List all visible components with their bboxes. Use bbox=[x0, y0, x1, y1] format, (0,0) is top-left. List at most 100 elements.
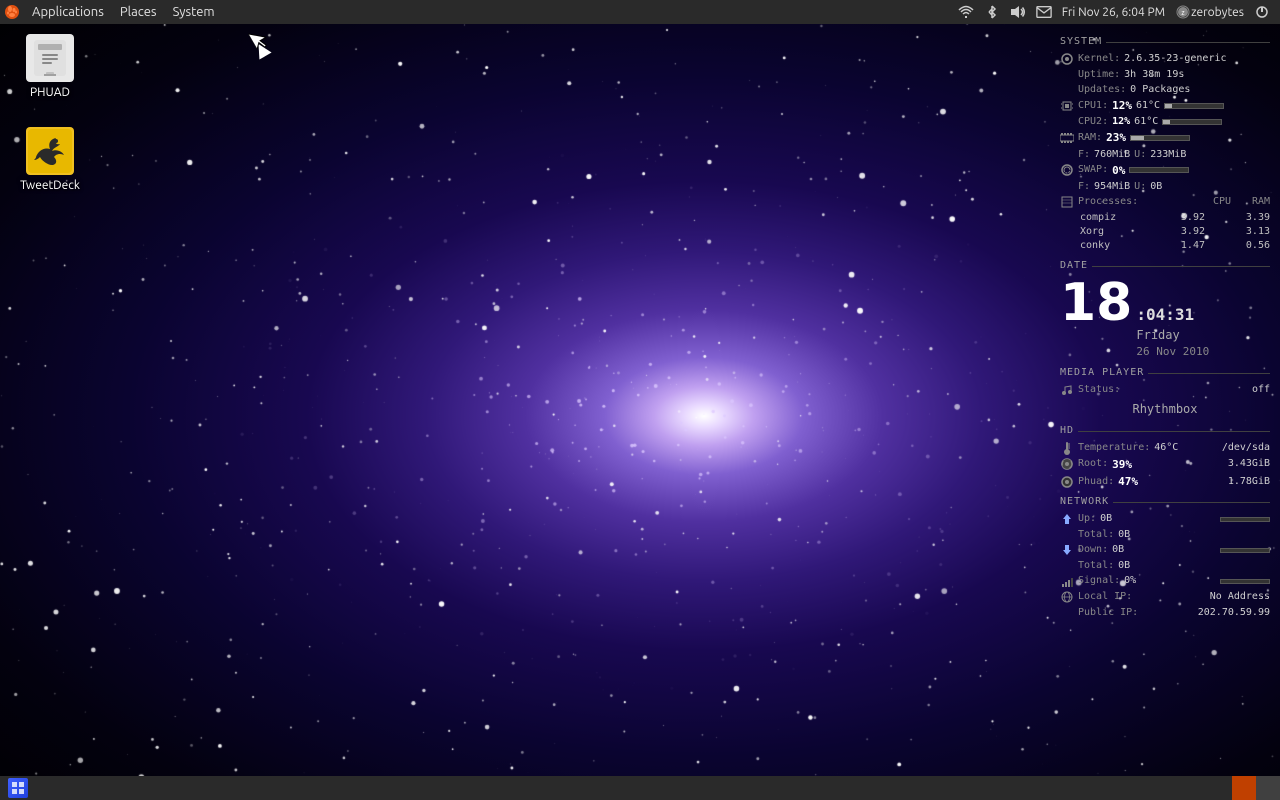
menu-system[interactable]: System bbox=[165, 0, 223, 24]
phuad-icon-image bbox=[26, 34, 74, 82]
bottom-panel bbox=[0, 776, 1280, 800]
conky-system-header: SYSTEM bbox=[1060, 35, 1270, 49]
big-day-number: 18 bbox=[1060, 277, 1132, 329]
hd-divider bbox=[1078, 431, 1270, 432]
power-svg bbox=[1255, 5, 1269, 19]
conky-widget: SYSTEM Kernel: 2.6.35-23-generic Uptime:… bbox=[1060, 35, 1270, 626]
gnome-foot-icon bbox=[4, 4, 20, 20]
network-header-text: NETWORK bbox=[1060, 495, 1109, 509]
ram-pct: 23% bbox=[1106, 130, 1126, 145]
apps-grid-icon bbox=[8, 778, 28, 798]
desktop-icons: PHUAD TweetDeck bbox=[10, 30, 90, 216]
processes-icon bbox=[1060, 195, 1074, 209]
bluetooth-svg bbox=[985, 4, 999, 20]
swap-free-value: 954MiB bbox=[1094, 180, 1130, 194]
email-indicator[interactable] bbox=[1032, 0, 1056, 24]
signal-row: Signal: 0% bbox=[1060, 574, 1270, 588]
uptime-value: 3h 38m 19s bbox=[1124, 68, 1184, 82]
email-svg bbox=[1036, 5, 1052, 19]
process-cpu-xorg: 3.92 bbox=[1170, 225, 1205, 239]
apps-grid-svg bbox=[11, 781, 25, 795]
process-cpu-conky: 1.47 bbox=[1170, 239, 1205, 253]
cpu1-label: CPU1: bbox=[1078, 99, 1108, 113]
ram-free-label: F: bbox=[1078, 148, 1090, 162]
conky-media-section: MEDIA PLAYER Status: off Rhythmbox bbox=[1060, 366, 1270, 418]
media-status-row: Status: off bbox=[1060, 383, 1270, 397]
taskbar-grey-block[interactable] bbox=[1256, 776, 1280, 800]
signal-value: 0% bbox=[1124, 574, 1136, 588]
taskbar-right bbox=[1232, 776, 1280, 800]
uptime-row: Uptime: 3h 38m 19s bbox=[1060, 68, 1270, 82]
user-menu[interactable]: z zerobytes bbox=[1171, 0, 1248, 24]
phuad-label: PHUAD bbox=[30, 86, 70, 99]
date-divider bbox=[1092, 266, 1270, 267]
tweetdeck-svg bbox=[28, 129, 72, 173]
up-value: 0B bbox=[1100, 512, 1112, 526]
public-ip-row: Public IP: 202.70.59.99 bbox=[1060, 606, 1270, 620]
ram-free-value: 760MiB bbox=[1094, 148, 1130, 162]
volume-svg bbox=[1010, 4, 1026, 20]
cpu1-pct: 12% bbox=[1112, 98, 1132, 113]
panel-app-icon[interactable] bbox=[0, 0, 24, 24]
date-header-text: DATE bbox=[1060, 259, 1088, 273]
network-divider bbox=[1113, 502, 1270, 503]
cpu2-label: CPU2: bbox=[1078, 115, 1108, 129]
disk-svg-root bbox=[1061, 458, 1073, 470]
gear-small-svg bbox=[1061, 53, 1073, 65]
phuad-size: 1.78GiB bbox=[1228, 475, 1270, 489]
music-icon bbox=[1060, 383, 1074, 397]
swap-row: SWAP: 0% bbox=[1060, 163, 1270, 178]
taskbar-orange-block[interactable] bbox=[1232, 776, 1256, 800]
desktop-icon-tweetdeck[interactable]: TweetDeck bbox=[10, 123, 90, 196]
power-icon bbox=[1254, 4, 1270, 20]
ram-svg bbox=[1060, 133, 1074, 143]
cpu2-row: CPU2: 12% 61°C bbox=[1060, 115, 1270, 129]
swap-free-label: F: bbox=[1078, 180, 1090, 194]
top-panel: Applications Places System bbox=[0, 0, 1280, 24]
ram-detail-row: F: 760MiB U: 233MiB bbox=[1060, 148, 1270, 162]
local-ip-value: No Address bbox=[1210, 590, 1270, 604]
upload-svg bbox=[1061, 513, 1073, 525]
root-pct: 39% bbox=[1112, 457, 1132, 472]
swap-label: SWAP: bbox=[1078, 163, 1108, 177]
thermometer-svg bbox=[1063, 441, 1071, 455]
up-label: Up: bbox=[1078, 512, 1096, 526]
conky-network-section: NETWORK Up: 0B Total: 0B bbox=[1060, 495, 1270, 620]
conky-date-section: DATE 18 :04:31 Friday 26 Nov 2010 bbox=[1060, 259, 1270, 360]
processes-row: Processes: CPU RAM bbox=[1060, 195, 1270, 209]
cpu-svg bbox=[1061, 100, 1073, 112]
show-desktop-button[interactable] bbox=[0, 776, 36, 800]
cpu-icon bbox=[1060, 99, 1074, 113]
cpu1-temp: 61°C bbox=[1136, 99, 1160, 113]
signal-icon bbox=[1060, 574, 1074, 588]
svg-text:z: z bbox=[1181, 9, 1184, 17]
wifi-indicator[interactable] bbox=[954, 0, 978, 24]
up-bar bbox=[1220, 517, 1270, 522]
conky-hd-header: HD bbox=[1060, 424, 1270, 438]
public-ip-value: 202.70.59.99 bbox=[1198, 606, 1270, 620]
down-total-row: Total: 0B bbox=[1060, 559, 1270, 573]
hd-temp-row: Temperature: 46°C /dev/sda bbox=[1060, 441, 1270, 455]
swap-detail-row: F: 954MiB U: 0B bbox=[1060, 180, 1270, 194]
ram-bar bbox=[1130, 135, 1190, 141]
player-name: Rhythmbox bbox=[1060, 401, 1270, 418]
process-name-compiz: compiz bbox=[1080, 211, 1140, 225]
cpu2-temp: 61°C bbox=[1134, 115, 1158, 129]
panel-left: Applications Places System bbox=[0, 0, 223, 24]
bluetooth-indicator[interactable] bbox=[980, 0, 1004, 24]
status-value: off bbox=[1252, 383, 1270, 397]
volume-indicator[interactable] bbox=[1006, 0, 1030, 24]
process-cpu-compiz: 3.92 bbox=[1170, 211, 1205, 225]
power-button[interactable] bbox=[1250, 0, 1274, 24]
process-name-xorg: Xorg bbox=[1080, 225, 1140, 239]
up-total-value: 0B bbox=[1118, 528, 1130, 542]
datetime-display[interactable]: Fri Nov 26, 6:04 PM bbox=[1058, 0, 1169, 24]
kernel-icon bbox=[1060, 52, 1074, 66]
menu-applications[interactable]: Applications bbox=[24, 0, 112, 24]
cpu2-bar bbox=[1162, 119, 1222, 125]
menu-places[interactable]: Places bbox=[112, 0, 165, 24]
ram-col-header: RAM bbox=[1235, 195, 1270, 209]
desktop-icon-phuad[interactable]: PHUAD bbox=[10, 30, 90, 103]
process-ram-compiz: 3.39 bbox=[1235, 211, 1270, 225]
down-total-label: Total: bbox=[1078, 559, 1114, 573]
